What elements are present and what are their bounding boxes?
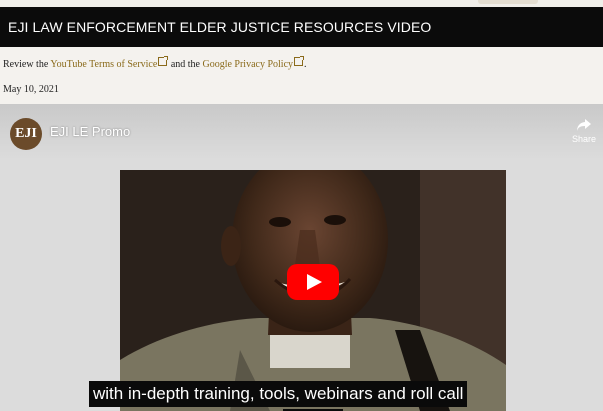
top-strip — [0, 0, 603, 7]
terms-middle: and the — [168, 59, 203, 70]
header-title: EJI LAW ENFORCEMENT ELDER JUSTICE RESOUR… — [8, 19, 432, 35]
external-link-icon — [294, 56, 305, 66]
google-privacy-link[interactable]: Google Privacy Policy — [202, 59, 293, 70]
page-header: EJI LAW ENFORCEMENT ELDER JUSTICE RESOUR… — [0, 7, 603, 47]
share-arrow-icon — [577, 119, 591, 131]
video-title[interactable]: EJI LE Promo — [50, 124, 130, 139]
external-link-icon — [158, 56, 169, 66]
top-tab — [478, 0, 538, 4]
video-player[interactable]: EJI EJI LE Promo Share with in-depth tra… — [0, 104, 603, 411]
video-caption: with in-depth training, tools, webinars … — [89, 381, 468, 407]
channel-logo[interactable]: EJI — [10, 118, 42, 150]
share-button[interactable]: Share — [567, 118, 601, 144]
terms-suffix: . — [304, 59, 307, 70]
youtube-terms-link[interactable]: YouTube Terms of Service — [50, 59, 157, 70]
share-label: Share — [571, 134, 597, 144]
terms-notice: Review the YouTube Terms of Service and … — [3, 56, 307, 70]
post-date: May 10, 2021 — [3, 84, 59, 95]
youtube-play-icon[interactable] — [287, 264, 339, 300]
terms-prefix: Review the — [3, 59, 51, 70]
